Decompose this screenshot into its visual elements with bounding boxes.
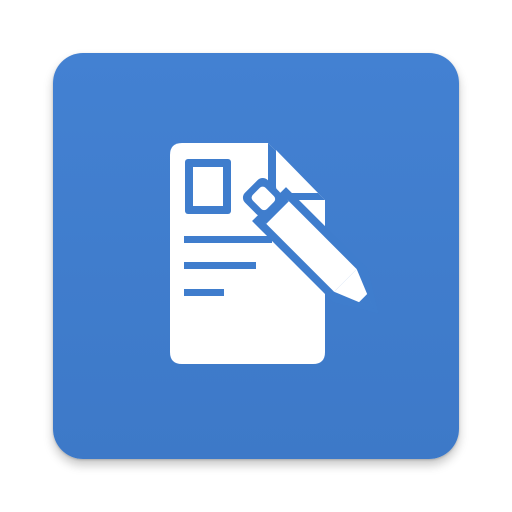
document-edit-icon xyxy=(170,143,379,364)
app-icon-canvas xyxy=(0,0,512,512)
